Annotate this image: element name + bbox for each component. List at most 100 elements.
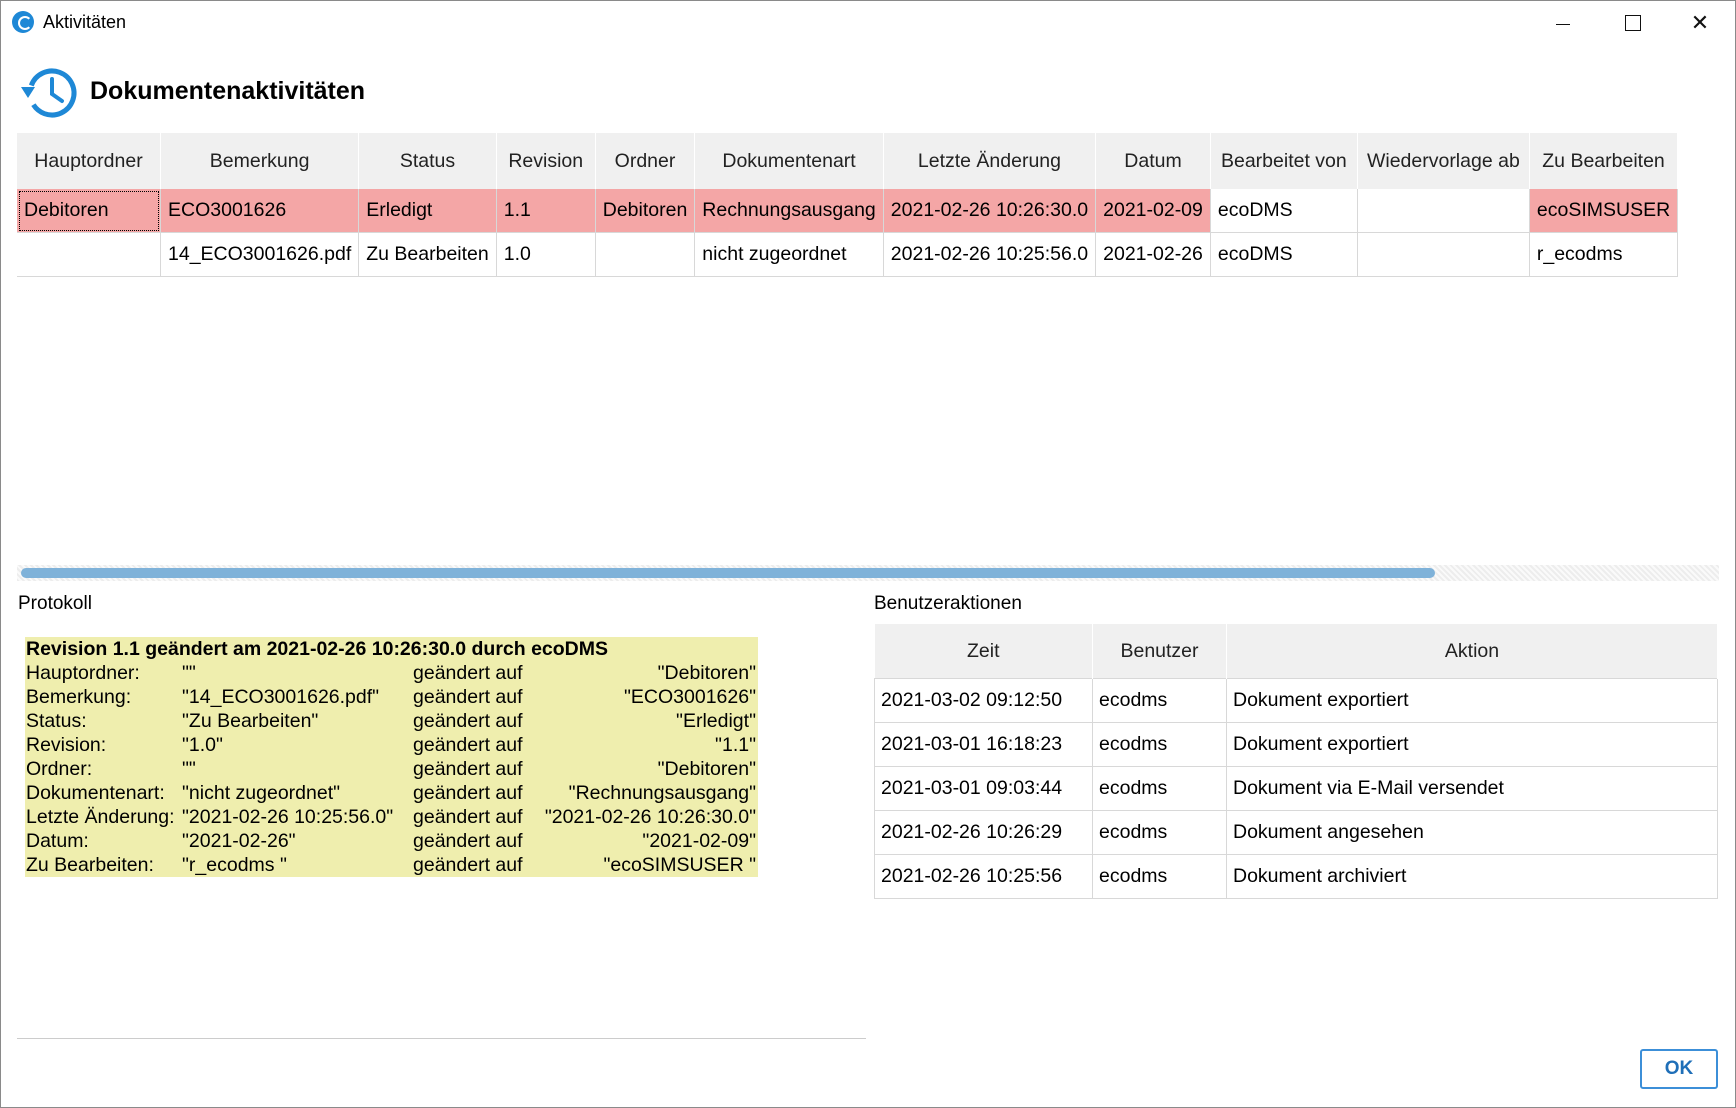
protokoll-cell: geändert auf [413, 758, 523, 780]
table-cell[interactable]: ECO3001626 [160, 189, 360, 233]
protokoll-cell: Zu Bearbeiten: [26, 854, 154, 876]
protokoll-cell: geändert auf [413, 782, 523, 804]
protokoll-row: Bemerkung: "14_ECO3001626.pdf" geändert au… [25, 685, 758, 709]
table-cell[interactable]: Erledigt [358, 189, 497, 233]
table-cell[interactable]: 2021-03-01 16:18:23 [874, 722, 1093, 767]
table-header-row: Hauptordner Bemerkung Status Revision Ordner… [17, 133, 1679, 189]
protokoll-cell: "Debitoren" [657, 758, 756, 780]
protokoll-cell: "nicht zugeordnet" [182, 782, 341, 804]
table-cell[interactable]: Rechnungsausgang [694, 189, 884, 233]
table-cell[interactable]: 2021-02-09 [1095, 189, 1211, 233]
window-title: Aktivitäten [43, 12, 127, 32]
table-cell[interactable]: 1.1 [496, 189, 596, 233]
table-cell[interactable]: Dokument via E-Mail versendet [1226, 766, 1718, 811]
protokoll-cell: "r_ecodms " [182, 854, 287, 876]
column-header[interactable]: Status [358, 133, 497, 189]
table-row[interactable]: Debitoren ECO3001626 Erledigt 1.1 Debitoren R… [17, 189, 1679, 233]
close-icon: ✕ [1690, 10, 1710, 35]
table-cell[interactable]: 2021-03-01 09:03:44 [874, 766, 1093, 811]
column-header[interactable]: Benutzer [1092, 624, 1227, 679]
table-row[interactable]: 2021-03-01 09:03:44 ecodms Dokument via E-… [874, 766, 1718, 811]
table-cell[interactable]: Dokument archiviert [1226, 854, 1718, 899]
table-row[interactable]: 2021-02-26 10:26:29 ecodms Dokument angese… [874, 810, 1718, 855]
table-cell[interactable]: 2021-03-02 09:12:50 [874, 678, 1093, 723]
table-cell[interactable]: ecoDMS [1210, 189, 1358, 233]
maximize-button[interactable] [1598, 1, 1668, 45]
protokoll-cell: geändert auf [413, 734, 523, 756]
protokoll-cell: "2021-02-26 10:25:56.0" [182, 806, 394, 828]
protokoll-cell: "1.1" [715, 734, 756, 756]
column-header[interactable]: Bemerkung [160, 133, 360, 189]
table-cell[interactable]: 2021-02-26 10:26:30.0 [883, 189, 1097, 233]
table-cell[interactable]: ecodms [1092, 678, 1227, 723]
table-cell[interactable]: Dokument exportiert [1226, 678, 1718, 723]
table-row[interactable]: 14_ECO3001626.pdf Zu Bearbeiten 1.0 nicht z… [17, 232, 1679, 277]
protokoll-cell: Dokumentenart: [26, 782, 165, 804]
table-cell[interactable]: ecodms [1092, 810, 1227, 855]
column-header[interactable]: Aktion [1226, 624, 1718, 679]
table-cell[interactable]: r_ecodms [1529, 232, 1679, 277]
protokoll-cell: geändert auf [413, 662, 523, 684]
table-cell[interactable] [595, 232, 696, 277]
column-header[interactable]: Zeit [874, 624, 1093, 679]
column-header[interactable]: Zu Bearbeiten [1529, 133, 1679, 189]
table-cell[interactable]: Debitoren [595, 189, 696, 233]
table-cell[interactable]: 14_ECO3001626.pdf [160, 232, 360, 277]
protokoll-title: Revision 1.1 geändert am 2021-02-26 10:2… [26, 638, 609, 660]
title-bar[interactable]: Aktivitäten ✕ [1, 1, 1735, 45]
column-header[interactable]: Dokumentenart [694, 133, 884, 189]
protokoll-cell: "14_ECO3001626.pdf" [182, 686, 380, 708]
protokoll-cell: Status: [26, 710, 87, 732]
protokoll-cell: "2021-02-26 10:26:30.0" [544, 806, 756, 828]
table-cell[interactable]: 2021-02-26 10:26:29 [874, 810, 1093, 855]
table-cell[interactable]: Dokument exportiert [1226, 722, 1718, 767]
protokoll-row: Zu Bearbeiten: "r_ecodms " geändert auf "ec… [25, 853, 758, 877]
column-header[interactable]: Wiedervorlage ab [1357, 133, 1530, 189]
table-cell[interactable]: Debitoren [17, 189, 161, 233]
table-row[interactable]: 2021-03-02 09:12:50 ecodms Dokument export… [874, 678, 1718, 723]
column-header[interactable]: Datum [1095, 133, 1211, 189]
column-header[interactable]: Hauptordner [17, 133, 161, 189]
protokoll-row: Dokumentenart: "nicht zugeordnet" geändert… [25, 781, 758, 805]
protokoll-cell: "ecoSIMSUSER " [603, 854, 756, 876]
table-row[interactable]: 2021-02-26 10:25:56 ecodms Dokument archiv… [874, 854, 1718, 899]
protokoll-cell: "1.0" [182, 734, 223, 756]
table-cell[interactable]: ecoSIMSUSER [1529, 189, 1679, 233]
table-cell[interactable]: Dokument angesehen [1226, 810, 1718, 855]
table-cell[interactable]: 2021-02-26 10:25:56.0 [883, 232, 1097, 277]
minimize-icon [1556, 23, 1570, 25]
protokoll-cell: "Rechnungsausgang" [568, 782, 756, 804]
app-icon [12, 11, 34, 33]
horizontal-scrollbar[interactable] [17, 565, 1719, 581]
protokoll-cell: Ordner: [26, 758, 93, 780]
protokoll-cell: Letzte Änderung: [26, 806, 175, 828]
close-button[interactable]: ✕ [1665, 1, 1735, 45]
protokoll-cell: Datum: [26, 830, 89, 852]
scrollbar-thumb[interactable] [21, 568, 1435, 578]
protokoll-row: Hauptordner: "" geändert auf "Debitoren" [25, 661, 758, 685]
ok-button[interactable]: OK [1640, 1049, 1718, 1089]
column-header[interactable]: Bearbeitet von [1210, 133, 1358, 189]
table-cell[interactable]: ecodms [1092, 722, 1227, 767]
minimize-button[interactable] [1528, 1, 1598, 45]
column-header[interactable]: Letzte Änderung [883, 133, 1097, 189]
table-cell[interactable]: 2021-02-26 [1095, 232, 1211, 277]
table-cell[interactable]: 1.0 [496, 232, 596, 277]
table-cell[interactable]: 2021-02-26 10:25:56 [874, 854, 1093, 899]
column-header[interactable]: Revision [496, 133, 596, 189]
table-cell[interactable]: ecoDMS [1210, 232, 1358, 277]
protokoll-row: Letzte Änderung: "2021-02-26 10:25:56.0" g… [25, 805, 758, 829]
table-cell[interactable]: ecodms [1092, 854, 1227, 899]
table-cell[interactable] [17, 232, 161, 277]
divider [17, 1038, 866, 1039]
table-row[interactable]: 2021-03-01 16:18:23 ecodms Dokument export… [874, 722, 1718, 767]
protokoll-cell: Revision: [26, 734, 107, 756]
table-cell[interactable]: ecodms [1092, 766, 1227, 811]
protokoll-cell: "ECO3001626" [623, 686, 756, 708]
table-cell[interactable]: nicht zugeordnet [694, 232, 884, 277]
column-header[interactable]: Ordner [595, 133, 696, 189]
table-cell[interactable] [1357, 232, 1530, 277]
table-cell[interactable] [1357, 189, 1530, 233]
table-cell[interactable]: Zu Bearbeiten [358, 232, 497, 277]
protokoll-cell: Hauptordner: [26, 662, 140, 684]
